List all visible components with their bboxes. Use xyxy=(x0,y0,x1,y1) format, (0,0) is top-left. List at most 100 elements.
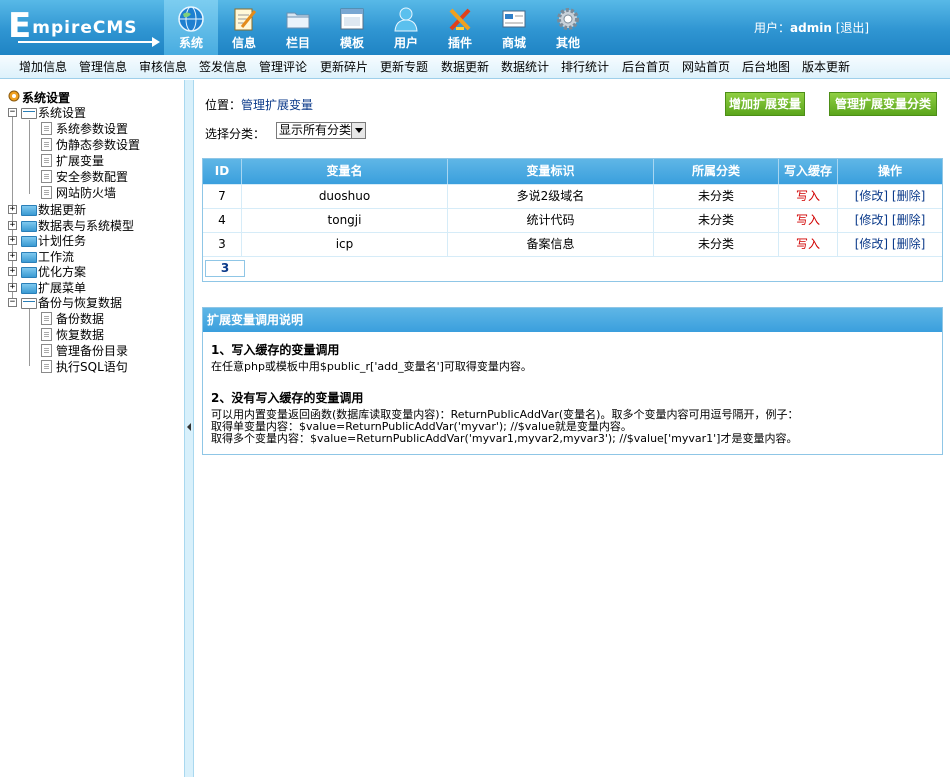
folder-icon xyxy=(21,221,37,232)
cell-name: duoshuo xyxy=(241,185,447,208)
user-info: 用户：admin [退出] xyxy=(754,19,869,36)
tree-group-label: 系统设置 xyxy=(38,106,87,120)
card-icon xyxy=(502,10,526,28)
variables-table: ID 变量名 变量标识 所属分类 写入缓存 操作 7 duoshuo 多说2级域… xyxy=(202,158,943,282)
tree-item-label: 安全参数配置 xyxy=(56,170,129,184)
cell-cache: 写入 xyxy=(778,185,837,208)
breadcrumb-link[interactable]: 管理扩展变量 xyxy=(241,98,313,112)
tools-icon xyxy=(449,8,471,31)
expand-toggle[interactable]: + xyxy=(8,221,17,230)
cell-name: icp xyxy=(241,233,447,256)
menu-admin-map[interactable]: 后台地图 xyxy=(742,60,790,74)
nav-other[interactable]: 其他 xyxy=(541,0,595,55)
nav-label: 其他 xyxy=(555,36,580,50)
menu-data-stats[interactable]: 数据统计 xyxy=(501,60,549,74)
tree-item-label: 系统参数设置 xyxy=(56,122,129,136)
edit-link[interactable]: [修改] xyxy=(855,189,888,203)
menu-check-info[interactable]: 审核信息 xyxy=(139,60,187,74)
folder-open-icon xyxy=(21,298,37,309)
cell-class: 未分类 xyxy=(653,209,778,232)
page-number[interactable]: 3 xyxy=(205,260,245,277)
nav-template[interactable]: 模板 xyxy=(325,0,379,55)
globe-icon xyxy=(178,6,204,32)
quick-menu: 增加信息 管理信息 审核信息 签发信息 管理评论 更新碎片 更新专题 数据更新 … xyxy=(0,55,950,79)
menu-add-info[interactable]: 增加信息 xyxy=(19,60,67,74)
cell-class: 未分类 xyxy=(653,233,778,256)
menu-update-topic[interactable]: 更新专题 xyxy=(380,60,428,74)
menu-site-home[interactable]: 网站首页 xyxy=(682,60,730,74)
menu-admin-home[interactable]: 后台首页 xyxy=(622,60,670,74)
menu-sign-info[interactable]: 签发信息 xyxy=(199,60,247,74)
tree-group-label: 优化方案 xyxy=(38,265,87,279)
expand-toggle[interactable]: + xyxy=(8,267,17,276)
menu-manage-info[interactable]: 管理信息 xyxy=(79,60,127,74)
cell-cache: 写入 xyxy=(778,209,837,232)
breadcrumb-prefix: 位置： xyxy=(205,98,242,112)
write-cache-link[interactable]: 写入 xyxy=(796,213,820,227)
expand-toggle[interactable]: + xyxy=(8,252,17,261)
filter-label: 选择分类： xyxy=(205,127,266,141)
logo-text: mpireCMS xyxy=(32,18,138,38)
menu-manage-comment[interactable]: 管理评论 xyxy=(259,60,307,74)
tree-group-label: 工作流 xyxy=(38,250,75,264)
delete-link[interactable]: [删除] xyxy=(892,189,925,203)
expand-toggle[interactable]: + xyxy=(8,205,17,214)
delete-link[interactable]: [删除] xyxy=(892,213,925,227)
cell-title: 多说2级域名 xyxy=(447,185,653,208)
nav-info[interactable]: 信息 xyxy=(217,0,271,55)
delete-link[interactable]: [删除] xyxy=(892,237,925,251)
cell-id: 4 xyxy=(218,213,226,227)
help-heading-1: 1、写入缓存的变量调用 xyxy=(211,343,340,357)
nav-label: 栏目 xyxy=(285,36,310,50)
col-cache: 写入缓存 xyxy=(778,159,837,184)
tree-line xyxy=(29,308,30,366)
nav-plugin[interactable]: 插件 xyxy=(433,0,487,55)
nav-label: 插件 xyxy=(447,36,472,50)
sidebar-splitter[interactable] xyxy=(184,80,194,777)
table-header: ID 变量名 变量标识 所属分类 写入缓存 操作 xyxy=(203,159,942,184)
document-icon xyxy=(41,328,52,341)
nav-label: 信息 xyxy=(231,36,256,50)
menu-rank-stats[interactable]: 排行统计 xyxy=(561,60,609,74)
cell-id: 7 xyxy=(218,189,226,203)
nav-label: 系统 xyxy=(178,36,203,50)
folder-icon xyxy=(21,252,37,263)
manage-var-class-button[interactable]: 管理扩展变量分类 xyxy=(829,92,937,116)
tree-group-label: 数据表与系统模型 xyxy=(38,219,135,233)
col-title: 变量标识 xyxy=(447,159,653,184)
user-icon xyxy=(394,7,418,32)
notepad-icon xyxy=(234,8,257,31)
menu-version-update[interactable]: 版本更新 xyxy=(802,60,850,74)
edit-link[interactable]: [修改] xyxy=(855,213,888,227)
cell-actions: [修改] [删除] xyxy=(837,209,942,232)
expand-toggle[interactable]: + xyxy=(8,283,17,292)
collapse-arrow-icon[interactable] xyxy=(187,423,191,431)
menu-update-data[interactable]: 数据更新 xyxy=(441,60,489,74)
nav-system[interactable]: 系统 xyxy=(164,0,218,55)
logo-letter: E xyxy=(8,6,33,46)
tree-item-label: 执行SQL语句 xyxy=(56,360,128,374)
table-row: 4 tongji 统计代码 未分类 写入 [修改] [删除] xyxy=(203,208,942,232)
collapse-toggle[interactable]: − xyxy=(8,298,17,307)
tree-group-label: 计划任务 xyxy=(38,234,87,248)
write-cache-link[interactable]: 写入 xyxy=(796,237,820,251)
add-var-button[interactable]: 增加扩展变量 xyxy=(725,92,805,116)
folder-icon xyxy=(286,12,310,29)
logout-link[interactable]: [退出] xyxy=(836,21,869,35)
tree-group-label: 数据更新 xyxy=(38,203,87,217)
tree-root-label: 系统设置 xyxy=(22,91,71,105)
nav-user[interactable]: 用户 xyxy=(379,0,433,55)
help-text-4: 取得多个变量内容：$value=ReturnPublicAddVar('myva… xyxy=(211,432,798,445)
expand-toggle[interactable]: + xyxy=(8,236,17,245)
menu-update-fragment[interactable]: 更新碎片 xyxy=(320,60,368,74)
write-cache-link[interactable]: 写入 xyxy=(796,189,820,203)
collapse-toggle[interactable]: − xyxy=(8,108,17,117)
cell-title: 统计代码 xyxy=(447,209,653,232)
nav-column[interactable]: 栏目 xyxy=(271,0,325,55)
document-icon xyxy=(41,138,52,151)
nav-shop[interactable]: 商城 xyxy=(487,0,541,55)
tree-group-label: 扩展菜单 xyxy=(38,281,87,295)
class-select[interactable]: 显示所有分类 xyxy=(276,122,366,139)
edit-link[interactable]: [修改] xyxy=(855,237,888,251)
col-id: ID xyxy=(214,164,230,178)
